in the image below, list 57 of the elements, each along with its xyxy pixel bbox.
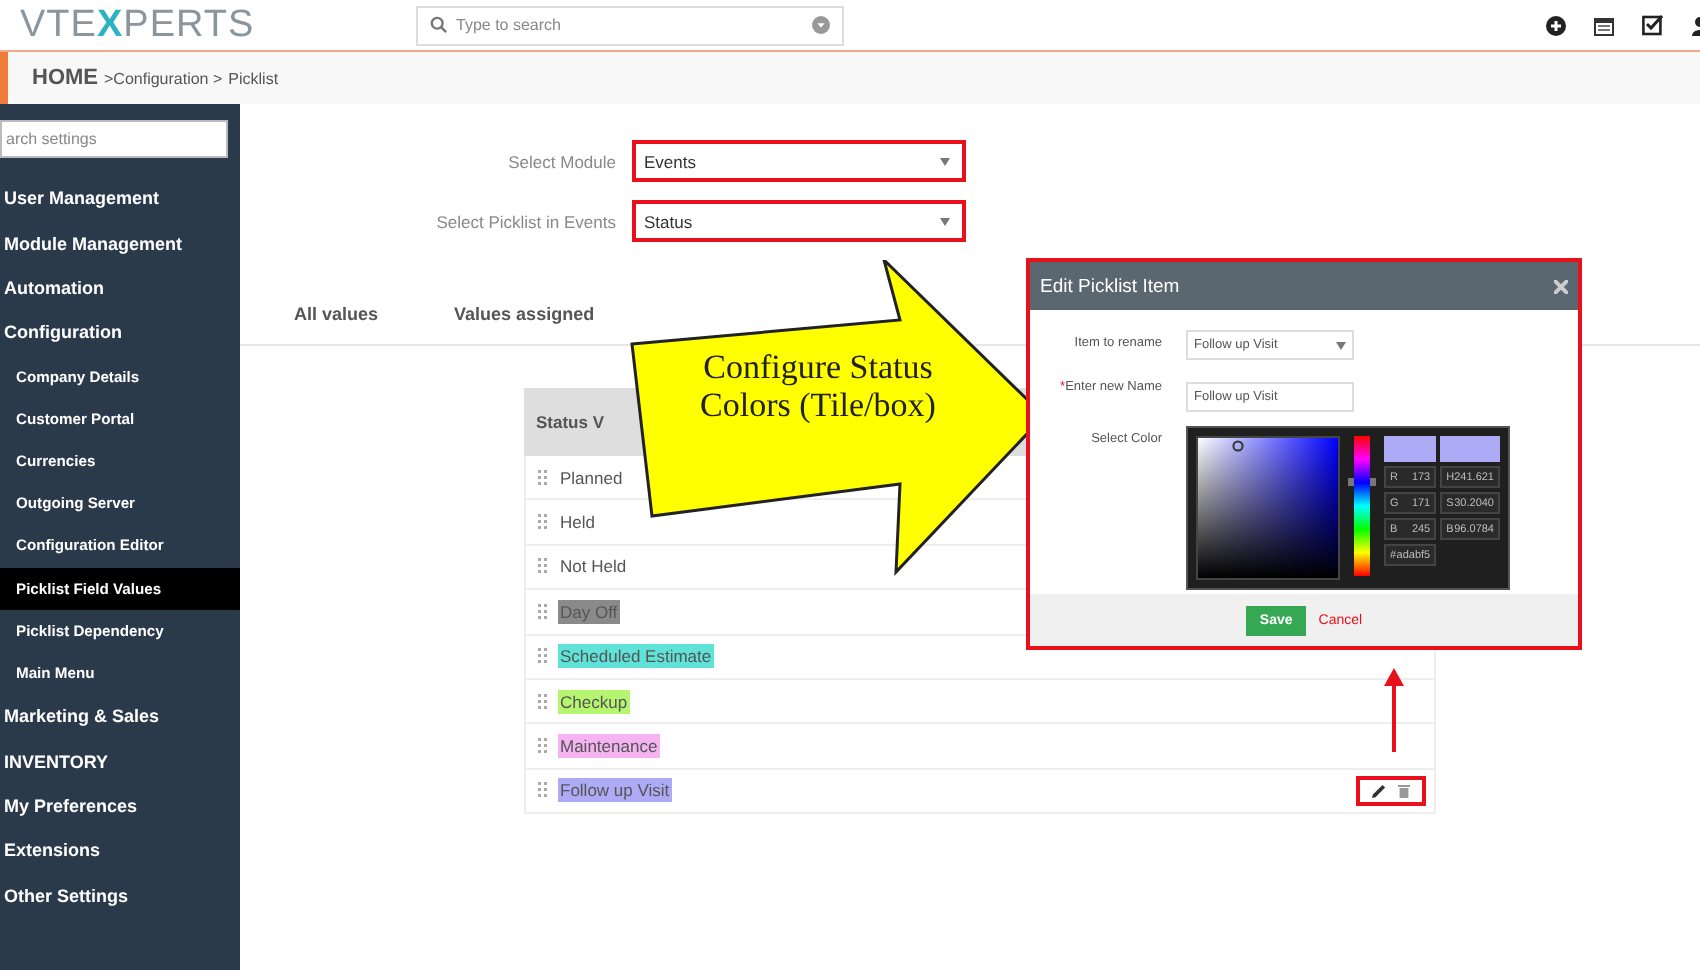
close-icon[interactable] (1554, 279, 1568, 293)
drag-handle-icon[interactable] (538, 514, 548, 531)
drag-handle-icon[interactable] (538, 648, 548, 665)
calendar-icon[interactable] (1594, 15, 1614, 35)
drag-handle-icon[interactable] (538, 693, 548, 710)
dialog-title: Edit Picklist Item (1040, 275, 1180, 297)
breadcrumb-link[interactable]: >Configuration > (104, 69, 223, 87)
sidebar-item[interactable]: INVENTORY (0, 738, 240, 784)
status-value: Follow up Visit (558, 778, 672, 803)
drag-handle-icon[interactable] (538, 782, 548, 799)
search-icon (430, 16, 448, 34)
new-color-swatch (1440, 436, 1500, 462)
dropdown-icon[interactable] (812, 16, 830, 34)
sidebar-item[interactable]: Other Settings (0, 873, 240, 919)
settings-search-field[interactable]: arch settings (0, 120, 228, 158)
tab[interactable]: All values (294, 304, 379, 344)
table-row[interactable]: Checkup (524, 679, 1436, 725)
delete-icon[interactable] (1398, 783, 1410, 798)
field-label: Select Module (506, 151, 616, 171)
status-value: Not Held (558, 554, 629, 579)
module-select[interactable]: Status (632, 200, 966, 242)
status-value: Planned (558, 465, 625, 490)
saturation-area[interactable] (1196, 436, 1340, 580)
picker-handle-icon[interactable] (1232, 440, 1244, 452)
pointer-arrow (1384, 668, 1404, 752)
table-row[interactable]: Maintenance (524, 724, 1436, 770)
drag-handle-icon[interactable] (538, 603, 548, 620)
caret-icon (1336, 341, 1346, 349)
hue-handle[interactable] (1348, 478, 1376, 487)
status-value: Scheduled Estimate (558, 644, 714, 669)
status-value: Checkup (558, 689, 630, 714)
drag-handle-icon[interactable] (538, 558, 548, 575)
tab[interactable]: Values assigned (454, 304, 595, 344)
drag-handle-icon[interactable] (538, 738, 548, 755)
caret-icon (940, 217, 950, 225)
sidebar-item[interactable]: Marketing & Sales (0, 694, 240, 739)
breadcrumb-link[interactable]: Picklist (228, 69, 279, 87)
field-label: Select Picklist in Events (434, 211, 616, 231)
sidebar-item[interactable]: Extensions (0, 828, 240, 874)
hue-slider[interactable] (1354, 436, 1370, 576)
search-field[interactable]: Type to search (416, 5, 844, 45)
sidebar-item[interactable]: Automation (0, 265, 240, 311)
sidebar-item[interactable]: My Preferences (0, 783, 240, 829)
breadcrumb-link[interactable]: HOME (32, 66, 98, 90)
table-row[interactable]: Follow up Visit (524, 769, 1436, 815)
checkbox-icon[interactable] (1642, 14, 1664, 36)
add-icon[interactable] (1546, 15, 1566, 35)
sidebar-item[interactable]: User Management (0, 176, 240, 221)
module-select[interactable]: Events (632, 140, 966, 182)
caret-icon (940, 157, 950, 165)
sidebar-item[interactable]: Configuration (0, 310, 240, 356)
edit-icon[interactable] (1372, 783, 1386, 798)
sidebar-item[interactable]: Module Management (0, 220, 240, 266)
logo: VTEXPERTS (20, 3, 257, 47)
drag-handle-icon[interactable] (538, 469, 548, 486)
status-value: Maintenance (558, 734, 660, 759)
status-value: Held (558, 510, 597, 535)
